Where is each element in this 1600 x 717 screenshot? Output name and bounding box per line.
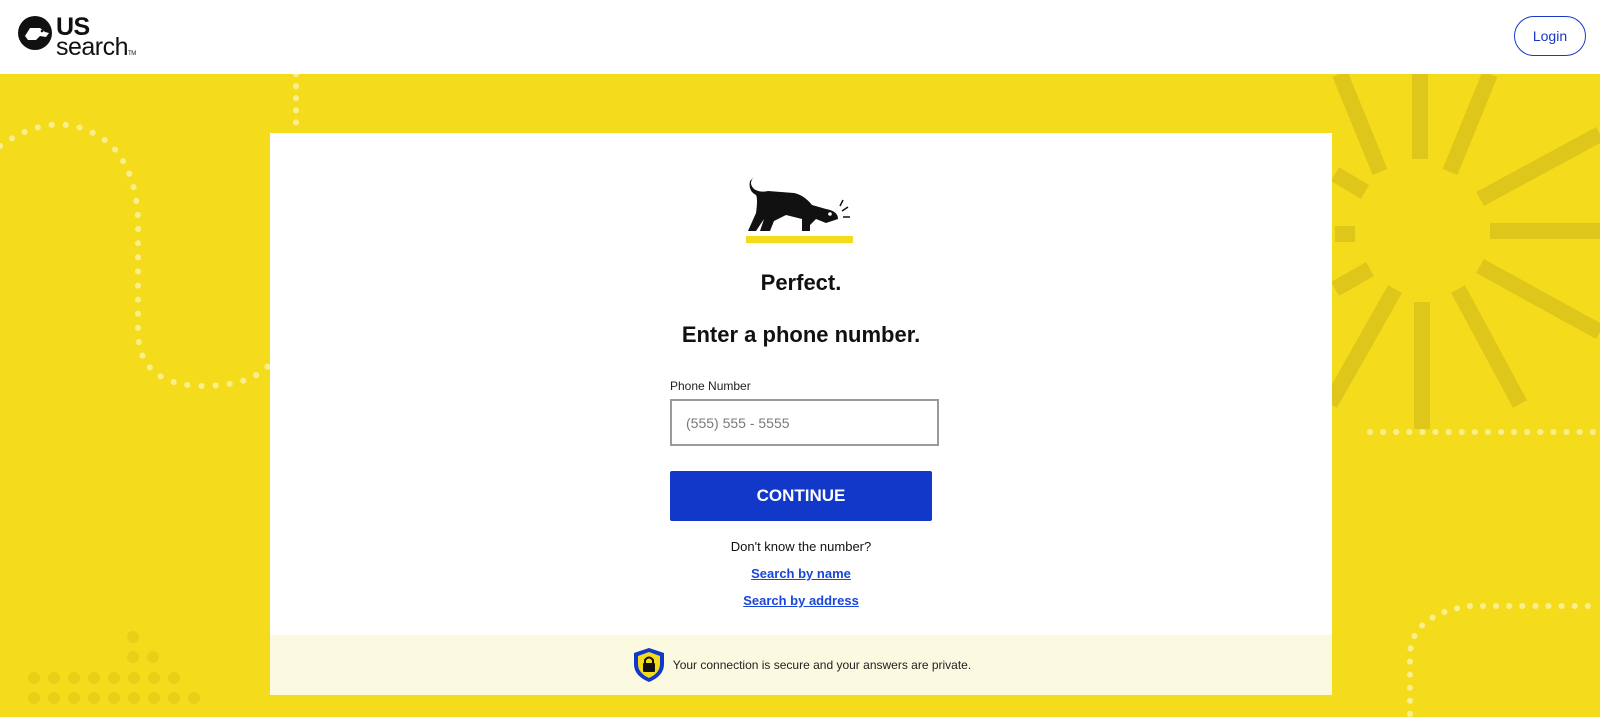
- us-search-logo[interactable]: US searchTM: [16, 14, 136, 60]
- dog-illustration-icon: [746, 177, 853, 243]
- secure-note: Your connection is secure and your answe…: [672, 658, 972, 672]
- continue-button[interactable]: CONTINUE: [670, 471, 932, 521]
- heading-perfect: Perfect.: [760, 270, 842, 295]
- heading-enter-phone: Enter a phone number.: [681, 322, 921, 347]
- shield-lock-icon: [633, 648, 664, 682]
- phone-search-card: Perfect. Enter a phone number. Phone Num…: [270, 133, 1332, 695]
- top-bar: US searchTM Login: [0, 0, 1600, 74]
- secure-footer: Your connection is secure and your answe…: [270, 635, 1332, 695]
- logo-wordmark: US searchTM: [56, 13, 136, 61]
- search-by-name-link[interactable]: Search by name: [270, 566, 1332, 581]
- search-by-address-link[interactable]: Search by address: [270, 593, 1332, 608]
- logo-dog-icon: [18, 16, 52, 50]
- phone-number-label: Phone Number: [670, 379, 751, 393]
- login-button[interactable]: Login: [1514, 16, 1586, 56]
- dont-know-text: Don't know the number?: [730, 539, 872, 554]
- phone-number-input[interactable]: [670, 399, 939, 446]
